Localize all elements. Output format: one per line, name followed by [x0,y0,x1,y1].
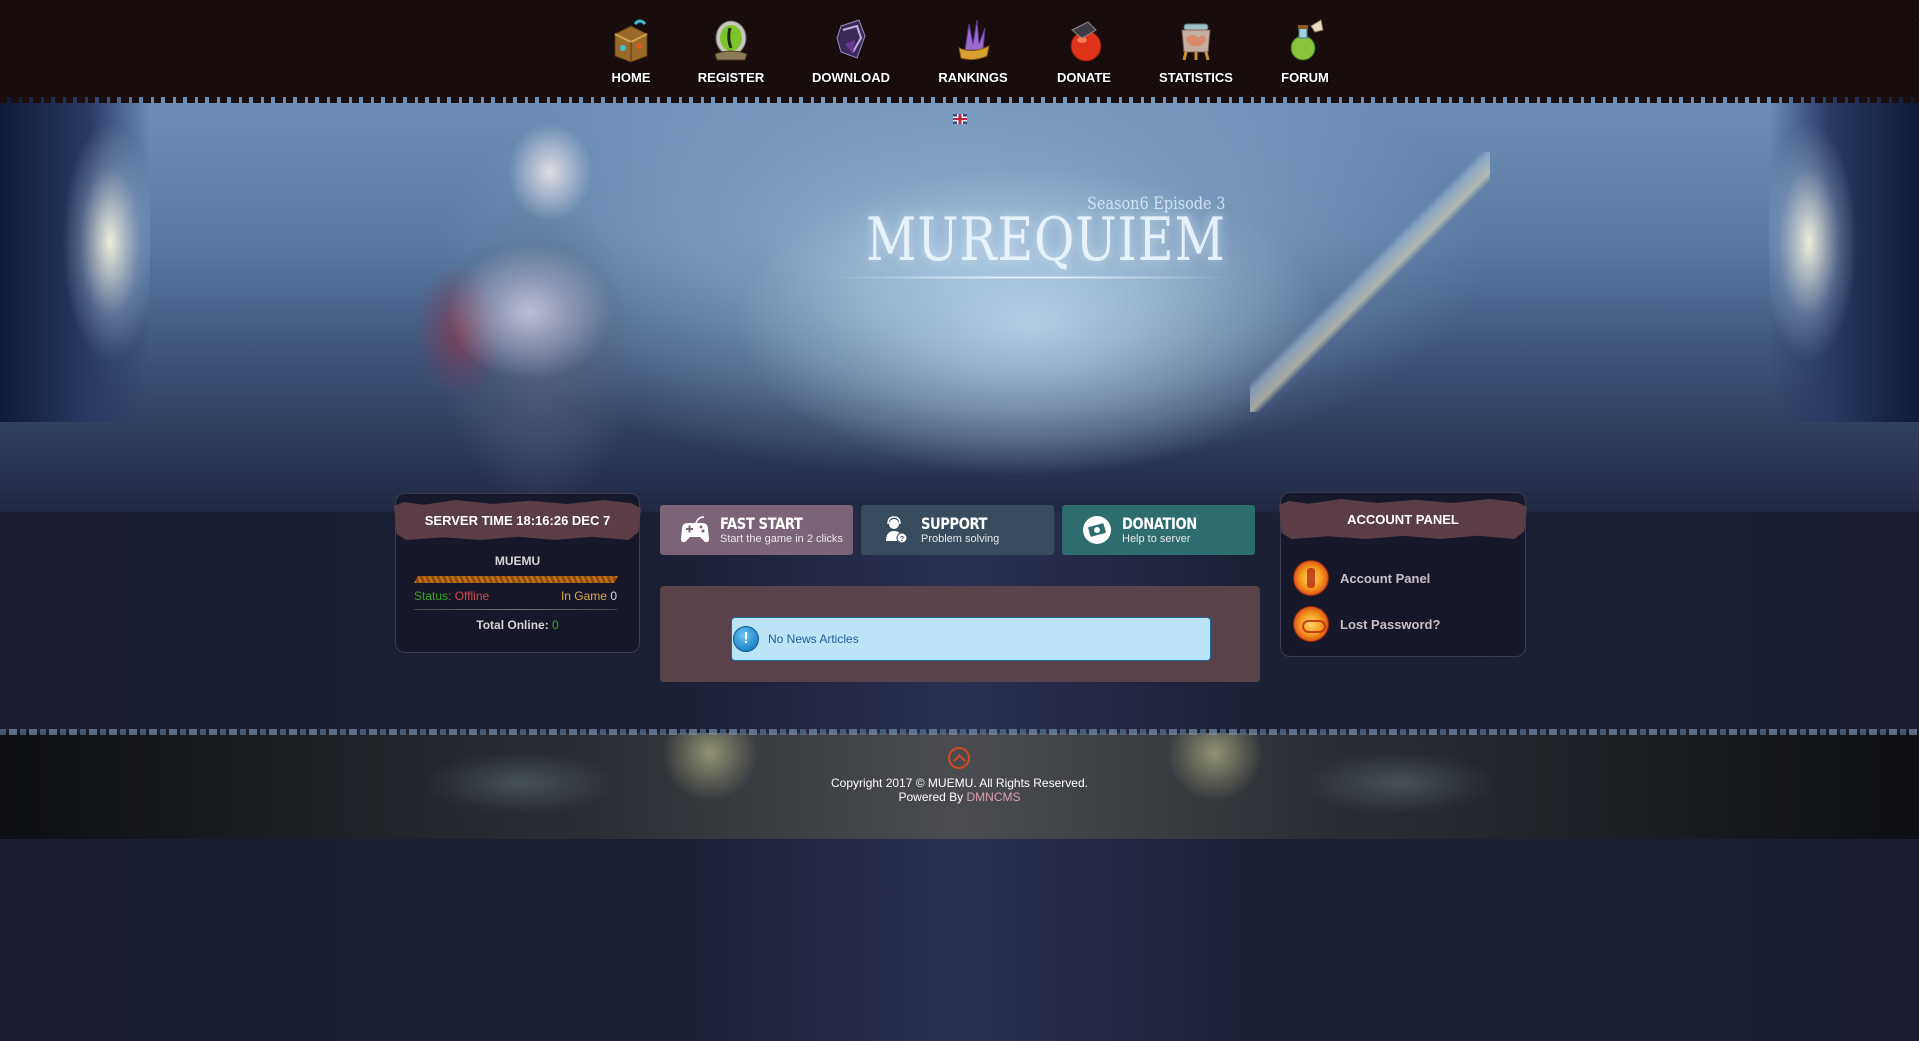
powered-by: Powered By DMNCMS [0,790,1919,804]
brain-jar-icon [1172,16,1220,66]
donation-text: DONATION Help to server [1122,513,1213,545]
support-button[interactable]: ? SUPPORT Problem solving [861,505,1054,555]
crystal-crown-icon [949,16,997,66]
language-flag-uk-icon[interactable] [953,114,967,124]
nav-label: HOME [611,70,651,85]
fast-start-subtitle: Start the game in 2 clicks [720,532,843,545]
server-status-row: Status: Offline In Game 0 [414,589,617,603]
site-logo[interactable]: MUREQUIEM [866,205,1225,275]
donation-title: DONATION [1122,513,1197,533]
news-alert: ! No News Articles [731,617,1211,661]
nav-donate[interactable]: DONATE [1053,16,1115,85]
nav-register[interactable]: REGISTER [692,16,770,85]
fast-start-title: FAST START [720,513,803,533]
horn-icon [1293,606,1329,642]
nav-home[interactable]: HOME [604,16,658,85]
in-game-value: 0 [610,589,617,603]
green-potion-icon [1281,16,1329,66]
nav-rankings[interactable]: RANKINGS [934,16,1012,85]
svg-text:?: ? [900,536,904,543]
money-icon [1080,513,1114,547]
support-text: SUPPORT Problem solving [921,513,1002,545]
dmncms-link[interactable]: DMNCMS [967,790,1021,804]
account-panel: ACCOUNT PANEL Account Panel Lost Passwor… [1279,492,1527,657]
footer: Copyright 2017 © MUEMU. All Rights Reser… [0,729,1919,839]
nav-label: DOWNLOAD [812,70,890,85]
server-name: MUEMU [494,554,541,568]
powered-by-label: Powered By [898,790,964,804]
server-load-bar [413,576,619,583]
total-online-label: Total Online: [476,618,549,632]
hero-banner [0,92,1919,512]
nav-label: RANKINGS [938,70,1008,85]
news-message: No News Articles [768,632,859,646]
valkyrie-character-art [380,92,680,512]
eye-orb-icon [707,16,755,66]
status-text: Status: Offline [414,589,489,603]
support-subtitle: Problem solving [921,532,1000,545]
support-agent-icon: ? [879,513,913,547]
server-status-panel: SERVER TIME 18:16:26 DEC 7 MUEMU Status:… [394,493,641,653]
dark-crystal-icon [827,16,875,66]
divider [414,609,617,610]
in-game-text: In Game 0 [561,589,617,603]
account-panel-label: Account Panel [1340,570,1431,586]
status-value: Offline [454,589,490,603]
red-potion-icon [1060,16,1108,66]
top-navigation-bar: HOME REGISTER DOWNLOAD RANKINGS DONATE S… [0,0,1919,103]
nav-statistics[interactable]: STATISTICS [1156,16,1236,85]
gamepad-icon [678,513,712,547]
copyright-text: Copyright 2017 © MUEMU. All Rights Reser… [831,776,1088,790]
total-online-value: 0 [552,618,559,632]
nav-download[interactable]: DOWNLOAD [806,16,896,85]
donation-button[interactable]: DONATION Help to server [1062,505,1255,555]
info-exclamation-icon: ! [733,626,759,652]
key-icon [1293,560,1329,596]
nav-label: REGISTER [697,70,765,85]
lost-password-label: Lost Password? [1340,616,1441,632]
angel-warrior-right-art [1769,92,1919,422]
fast-start-button[interactable]: FAST START Start the game in 2 clicks [660,505,853,555]
flaming-arrows-art [1250,152,1490,412]
support-title: SUPPORT [921,513,988,533]
total-online-row: Total Online: 0 [396,618,639,632]
news-section: ! No News Articles [660,586,1260,682]
in-game-label: In Game [560,589,607,603]
scroll-to-top-button[interactable] [948,747,970,769]
nav-label: DONATE [1057,70,1111,85]
fast-start-text: FAST START Start the game in 2 clicks [720,513,843,545]
nav-label: FORUM [1281,70,1329,85]
lost-password-link[interactable]: Lost Password? [1293,606,1440,642]
nav-forum[interactable]: FORUM [1277,16,1333,85]
main-nav: HOME REGISTER DOWNLOAD RANKINGS DONATE S… [0,0,1919,97]
treasure-chest-icon [607,16,655,66]
nav-label: STATISTICS [1159,70,1233,85]
status-label: Status: [414,589,452,603]
server-load-fill [413,576,619,583]
donation-subtitle: Help to server [1122,532,1191,545]
server-time-header: SERVER TIME 18:16:26 DEC 7 [394,500,641,540]
logo-glow [820,276,1240,279]
account-panel-link[interactable]: Account Panel [1293,560,1430,596]
account-panel-header: ACCOUNT PANEL [1279,499,1527,539]
angel-warrior-left-art [0,92,150,422]
